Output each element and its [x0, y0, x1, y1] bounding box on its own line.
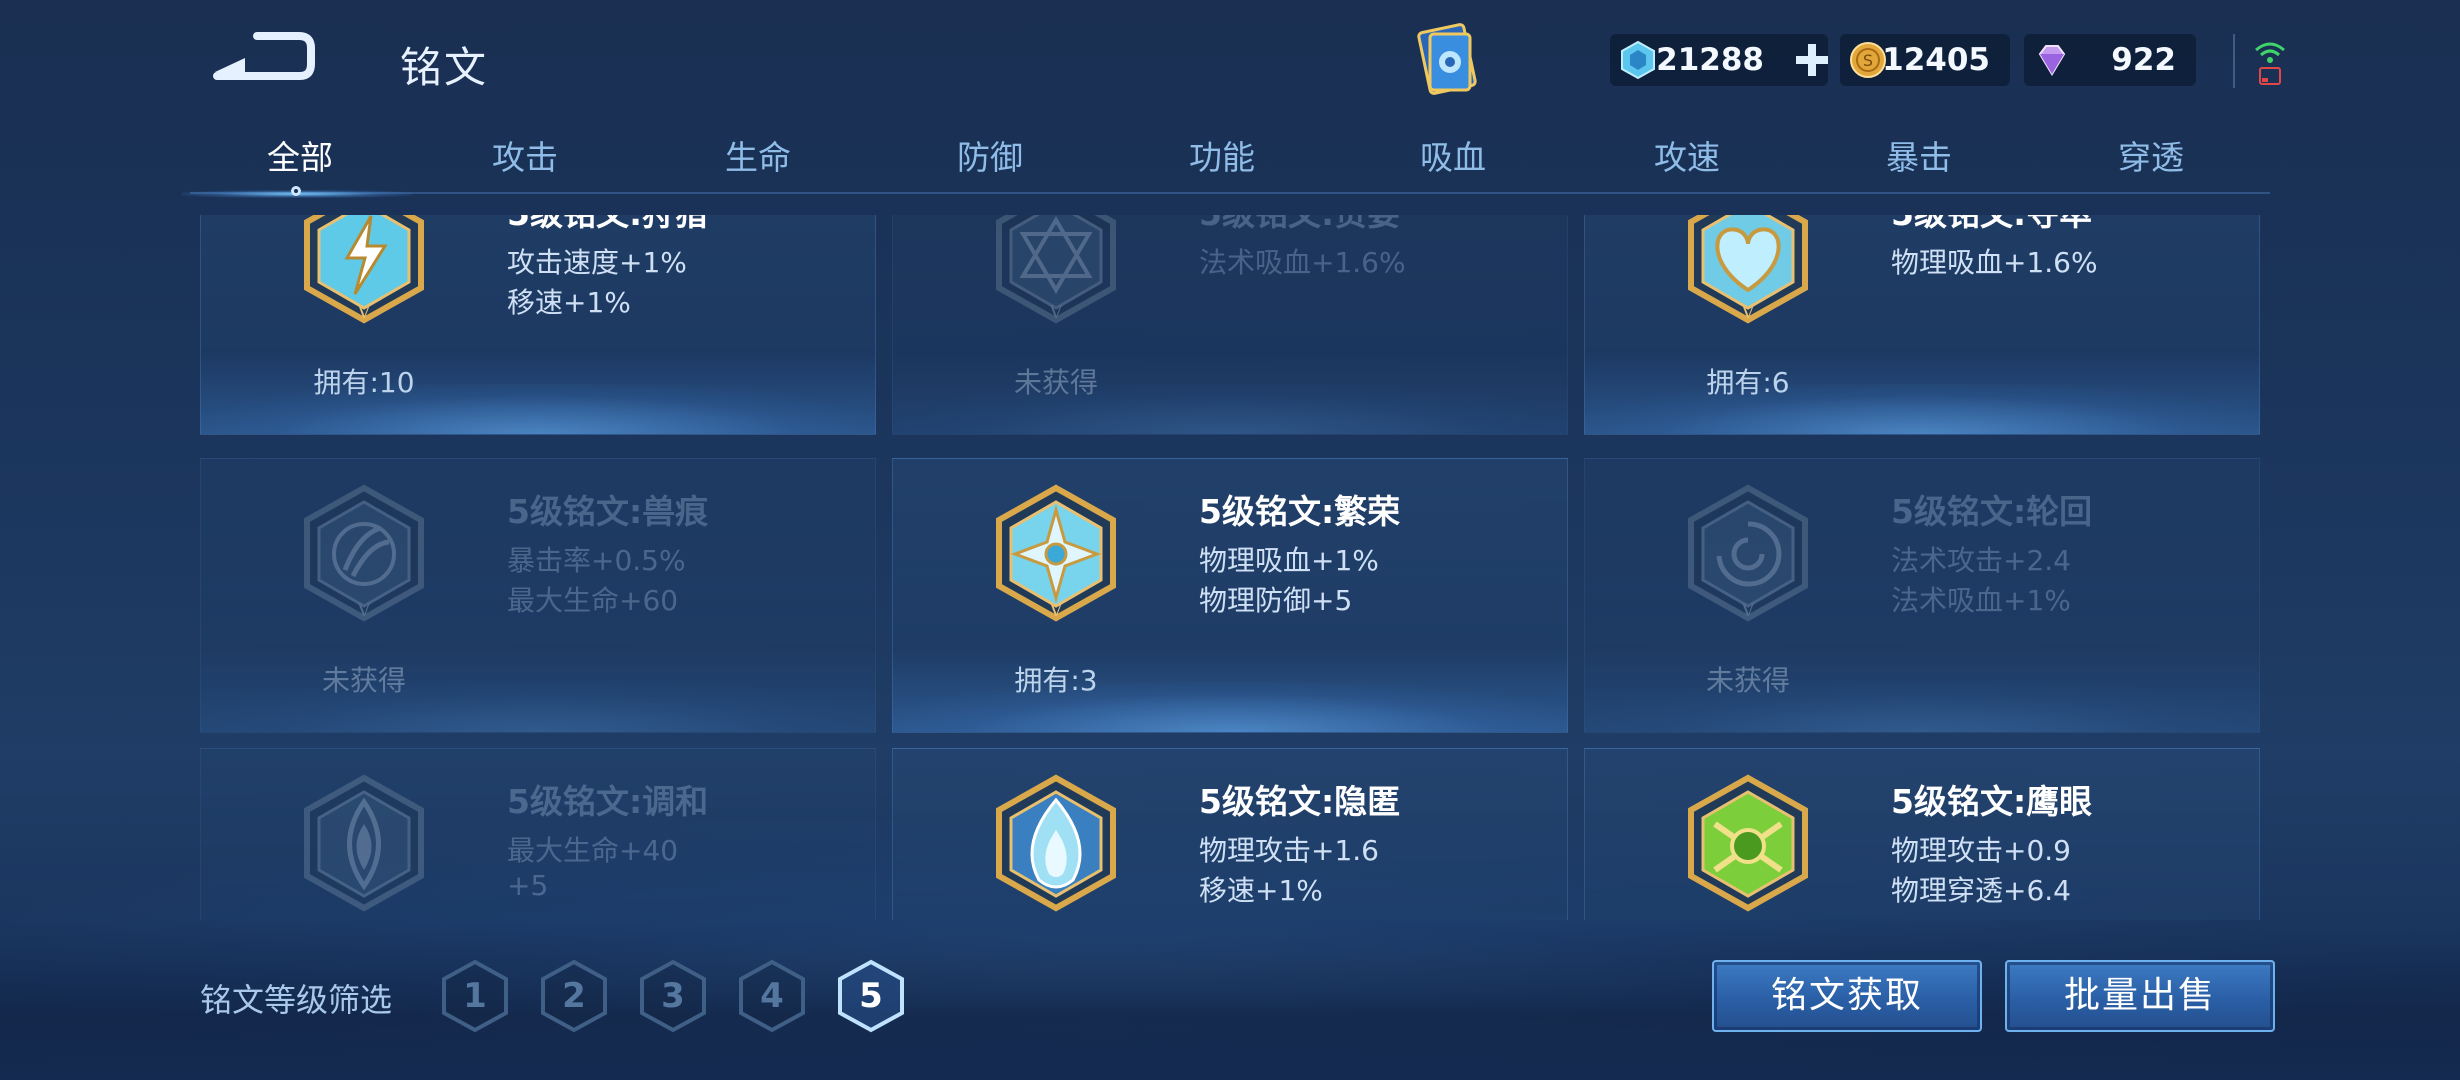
rune-card-greed[interactable]: V 5级铭文:贪婪 法术吸血+1.6% 未获得 [892, 215, 1568, 435]
rune-stat: 最大生命+40 [507, 834, 679, 867]
heart-rune-icon: V [1688, 215, 1808, 324]
rune-stat: 物理防御+5 [1199, 584, 1353, 617]
tab-penetration[interactable]: 穿透 [2048, 130, 2254, 186]
rune-stat: 移速+1% [1199, 874, 1323, 907]
owned-count: 拥有:3 [1014, 664, 1098, 697]
acquire-runes-button[interactable]: 铭文获取 [1712, 960, 1982, 1032]
tab-utility[interactable]: 功能 [1119, 130, 1325, 186]
rune-stat: 物理穿透+6.4 [1891, 874, 2071, 907]
rune-name: 5级铭文:贪婪 [1199, 215, 1400, 235]
rune-stat: 法术吸血+1.6% [1199, 246, 1406, 279]
add-diamond-button[interactable] [1794, 42, 1830, 78]
svg-text:V: V [357, 600, 372, 621]
level-filter-3[interactable]: 3 [638, 958, 708, 1034]
diamond-count: 21288 [1656, 42, 1764, 78]
tab-attack[interactable]: 攻击 [422, 130, 628, 186]
level-filter-4[interactable]: 4 [737, 958, 807, 1034]
level-number: 3 [661, 976, 685, 1016]
rune-grid: V 5级铭文:狩猎 攻击速度+1% 移速+1% 拥有:10 V 5级铭文:贪婪 … [200, 215, 2260, 920]
claw-rune-icon: V [304, 484, 424, 622]
level-number: 4 [760, 976, 784, 1016]
gem-resource: 922 [2024, 34, 2196, 86]
rune-card-duocui[interactable]: V 5级铭文:夺萃 物理吸血+1.6% 拥有:6 [1584, 215, 2260, 435]
gem-count: 922 [2111, 42, 2176, 78]
owned-count: 拥有:6 [1706, 366, 1790, 399]
rune-stat: 法术攻击+2.4 [1891, 544, 2071, 577]
tab-defense[interactable]: 防御 [887, 130, 1093, 186]
cross-rune-icon: V [996, 484, 1116, 622]
rune-card-hawkeye[interactable]: 5级铭文:鹰眼 物理攻击+0.9 物理穿透+6.4 [1584, 748, 2260, 920]
tab-attack-speed[interactable]: 攻速 [1584, 130, 1790, 186]
svg-text:V: V [1741, 600, 1756, 621]
eye-rune-icon [1688, 774, 1808, 912]
network-signal-icon [2255, 42, 2285, 85]
level-filter-label: 铭文等级筛选 [200, 981, 393, 1019]
rune-stat: 暴击率+0.5% [507, 544, 686, 577]
page-title: 铭文 [400, 43, 489, 92]
svg-text:S: S [1863, 51, 1873, 70]
rune-stat: 最大生命+60 [507, 584, 679, 617]
rune-name: 5级铭文:繁荣 [1199, 492, 1401, 531]
rune-card-beast-mark[interactable]: V 5级铭文:兽痕 暴击率+0.5% 最大生命+60 未获得 [200, 458, 876, 733]
svg-text:V: V [1741, 302, 1756, 323]
star-rune-icon: V [996, 215, 1116, 324]
rune-card-hidden[interactable]: 5级铭文:隐匿 物理攻击+1.6 移速+1% [892, 748, 1568, 920]
rune-card-harmony[interactable]: 5级铭文:调和 最大生命+40 +5 [200, 748, 876, 920]
rune-name: 5级铭文:轮回 [1891, 492, 2093, 531]
active-tab-dot [291, 186, 301, 196]
swirl-rune-icon: V [1688, 484, 1808, 622]
rune-name: 5级铭文:狩猎 [507, 215, 708, 235]
level-number: 1 [463, 976, 487, 1016]
rune-stat: +5 [507, 869, 549, 902]
rune-book-icon[interactable] [1410, 22, 1486, 100]
level-filter-1[interactable]: 1 [440, 958, 510, 1034]
rune-card-hunt[interactable]: V 5级铭文:狩猎 攻击速度+1% 移速+1% 拥有:10 [200, 215, 876, 435]
rune-stat: 物理吸血+1% [1199, 544, 1379, 577]
tab-health[interactable]: 生命 [655, 130, 861, 186]
back-arrow-icon[interactable] [205, 28, 315, 84]
tab-all[interactable]: 全部 [190, 130, 410, 186]
rune-stat: 法术吸血+1% [1891, 584, 2071, 617]
tab-critical[interactable]: 暴击 [1816, 130, 2022, 186]
rune-name: 5级铭文:夺萃 [1891, 215, 2092, 235]
tab-lifesteal[interactable]: 吸血 [1350, 130, 1556, 186]
purple-gem-icon [2038, 45, 2066, 76]
leaf-rune-icon [304, 774, 424, 912]
owned-count: 未获得 [1013, 366, 1098, 399]
owned-count: 未获得 [321, 664, 406, 697]
owned-count: 未获得 [1705, 664, 1790, 697]
flame-rune-icon [996, 774, 1116, 912]
svg-text:V: V [357, 302, 372, 323]
bulk-sell-button[interactable]: 批量出售 [2005, 960, 2275, 1032]
gold-resource: S 12405 [1840, 34, 2010, 86]
rune-name: 5级铭文:鹰眼 [1891, 782, 2093, 821]
gold-count: 12405 [1882, 42, 1990, 78]
level-filter-2[interactable]: 2 [539, 958, 609, 1034]
owned-count: 拥有:10 [313, 366, 415, 399]
rune-stat: 攻击速度+1% [507, 246, 687, 279]
rune-stat: 物理攻击+0.9 [1891, 834, 2071, 867]
svg-text:V: V [1049, 600, 1064, 621]
level-number: 2 [562, 976, 586, 1016]
level-filter-5[interactable]: 5 [836, 958, 906, 1034]
diamond-resource: 21288 [1610, 34, 1828, 86]
tab-underline [190, 192, 2270, 194]
rune-name: 5级铭文:调和 [507, 782, 709, 821]
rune-stat: 物理攻击+1.6 [1199, 834, 1379, 867]
lightning-rune-icon: V [304, 215, 424, 324]
rune-name: 5级铭文:隐匿 [1199, 782, 1401, 821]
category-tabs: 全部 攻击 生命 防御 功能 吸血 攻速 暴击 穿透 [182, 130, 2270, 198]
rune-card-samsara[interactable]: V 5级铭文:轮回 法术攻击+2.4 法术吸血+1% 未获得 [1584, 458, 2260, 733]
rune-name: 5级铭文:兽痕 [507, 492, 709, 531]
blue-diamond-icon [1621, 40, 1655, 80]
rune-stat: 物理吸血+1.6% [1891, 246, 2098, 279]
rune-stat: 移速+1% [507, 286, 631, 319]
level-number: 5 [859, 976, 883, 1016]
svg-text:V: V [1049, 302, 1064, 323]
rune-card-prosperity[interactable]: V 5级铭文:繁荣 物理吸血+1% 物理防御+5 拥有:3 [892, 458, 1568, 733]
header-divider [2233, 34, 2235, 88]
